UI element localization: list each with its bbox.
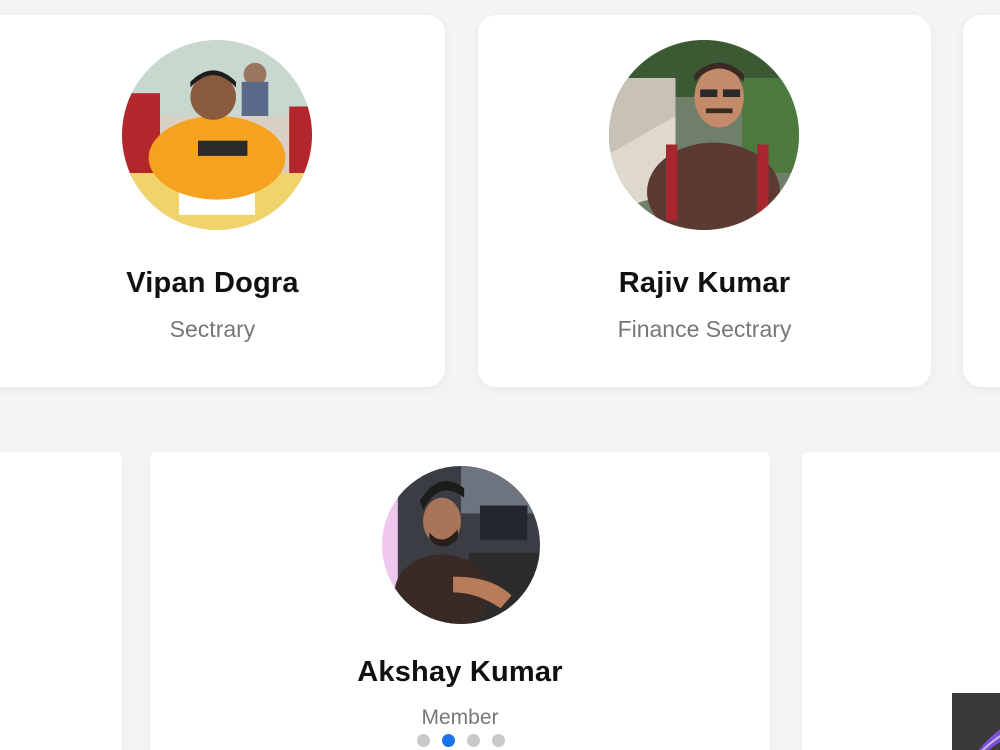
carousel-dot[interactable] xyxy=(417,734,430,747)
carousel-dot[interactable] xyxy=(467,734,480,747)
avatar-akshay-kumar-image xyxy=(382,466,540,624)
feather-icon xyxy=(978,729,1000,750)
carousel-dot-active[interactable] xyxy=(442,734,455,747)
member-name: Akshay Kumar xyxy=(357,656,563,688)
person-photo-icon xyxy=(609,40,799,230)
team-section: Vipan Dogra Sectrary Rajiv Kumar Finance xyxy=(0,0,1000,750)
avatar-vipan-dogra-image xyxy=(122,40,312,230)
member-role: Finance Sectrary xyxy=(617,316,792,342)
chat-widget-button[interactable] xyxy=(952,693,1000,750)
team-card-vipan-dogra: Vipan Dogra Sectrary xyxy=(0,15,445,387)
avatar-rajiv-kumar-image xyxy=(609,40,799,230)
team-card-partial xyxy=(963,15,1000,387)
member-role: Sectrary xyxy=(169,316,256,342)
carousel-dot[interactable] xyxy=(492,734,505,747)
carousel-pagination xyxy=(417,734,505,747)
person-photo-icon xyxy=(382,466,540,624)
person-photo-icon xyxy=(122,40,312,230)
team-card-partial-left xyxy=(0,452,122,750)
team-card-akshay-kumar: Akshay Kumar Member xyxy=(150,452,770,750)
member-role: Member xyxy=(421,706,499,729)
team-card-rajiv-kumar: Rajiv Kumar Finance Sectrary xyxy=(478,15,931,387)
member-name: Rajiv Kumar xyxy=(618,267,791,299)
member-name: Vipan Dogra xyxy=(126,267,299,299)
